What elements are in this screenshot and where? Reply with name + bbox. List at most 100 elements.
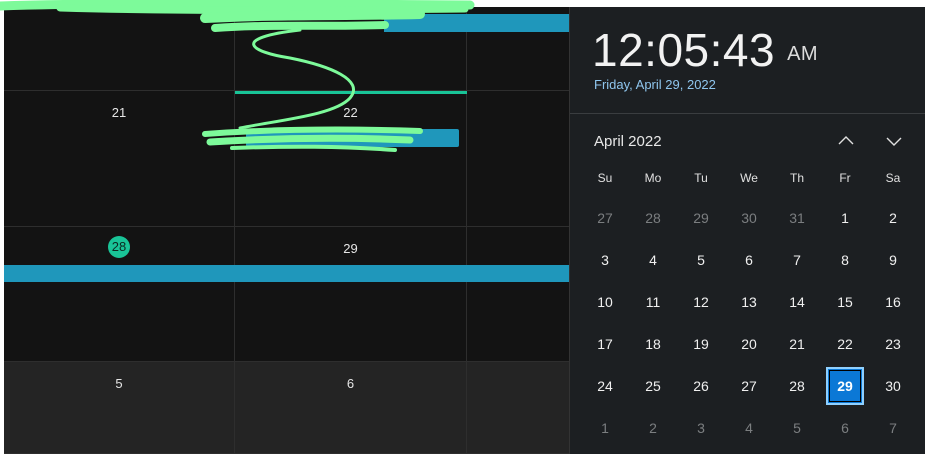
calendar-day-number: 21	[789, 336, 805, 352]
calendar-day[interactable]: 30	[869, 365, 917, 407]
calendar-day[interactable]: 16	[869, 281, 917, 323]
calendar-day[interactable]: 15	[821, 281, 869, 323]
calendar-day-number: 29	[693, 210, 709, 226]
calendar-day-number: 30	[741, 210, 757, 226]
calendar-day-number: 6	[841, 420, 849, 436]
calendar-day-number: 10	[597, 294, 613, 310]
next-month-button[interactable]	[880, 127, 908, 155]
calendar-day[interactable]: 31	[773, 197, 821, 239]
calendar-day-number: 3	[697, 420, 705, 436]
calendar-day[interactable]: 1	[821, 197, 869, 239]
calendar-day-number: 14	[789, 294, 805, 310]
calendar-day[interactable]: 1	[581, 407, 629, 449]
calendar-day[interactable]: 10	[581, 281, 629, 323]
week-row: 5 6	[4, 362, 569, 454]
calendar-day-number: 25	[645, 378, 661, 394]
day-cell[interactable]: 21	[4, 91, 235, 227]
today-indicator: 28	[108, 236, 130, 258]
calendar-day[interactable]: 29	[677, 197, 725, 239]
calendar-day-number: 3	[601, 252, 609, 268]
calendar-day[interactable]: 5	[773, 407, 821, 449]
calendar-day-number: 11	[645, 294, 661, 310]
day-cell[interactable]	[467, 227, 569, 362]
calendar-day[interactable]: 3	[677, 407, 725, 449]
chevron-up-icon	[838, 136, 854, 145]
day-number: 22	[343, 105, 358, 120]
calendar-day[interactable]: 25	[629, 365, 677, 407]
calendar-day[interactable]: 30	[725, 197, 773, 239]
calendar-day-number: 5	[697, 252, 705, 268]
calendar-day[interactable]: 2	[629, 407, 677, 449]
calendar-day-number: 16	[885, 294, 901, 310]
calendar-day[interactable]: 26	[677, 365, 725, 407]
calendar-day-number: 28	[645, 210, 661, 226]
calendar-day[interactable]: 20	[725, 323, 773, 365]
calendar-day[interactable]: 7	[869, 407, 917, 449]
week-row	[4, 7, 569, 91]
weekday-label: Tu	[694, 171, 708, 185]
calendar-day[interactable]: 19	[677, 323, 725, 365]
full-date-link[interactable]: Friday, April 29, 2022	[594, 77, 716, 92]
day-number: 5	[115, 376, 123, 391]
calendar-day-number: 12	[693, 294, 709, 310]
calendar-day[interactable]: 27	[725, 365, 773, 407]
calendar-day[interactable]: 4	[725, 407, 773, 449]
calendar-day[interactable]: 13	[725, 281, 773, 323]
day-number: 29	[343, 241, 358, 256]
calendar-day[interactable]: 6	[725, 239, 773, 281]
day-cell[interactable]: 28	[4, 227, 235, 362]
day-cell[interactable]: 29	[235, 227, 467, 362]
day-cell[interactable]: 6	[235, 362, 467, 454]
calendar-day[interactable]: 12	[677, 281, 725, 323]
day-cell[interactable]: 5	[4, 362, 235, 454]
calendar-day[interactable]: 23	[869, 323, 917, 365]
calendar-day[interactable]: 3	[581, 239, 629, 281]
calendar-day[interactable]: 7	[773, 239, 821, 281]
calendar-day[interactable]: 6	[821, 407, 869, 449]
calendar-day-number: 17	[597, 336, 613, 352]
weekday-header: Su Mo Tu We Th Fr Sa	[581, 171, 917, 189]
day-cell[interactable]	[4, 7, 235, 91]
month-year-label[interactable]: April 2022	[594, 133, 662, 150]
chevron-down-icon	[886, 137, 902, 146]
calendar-day[interactable]: 28	[773, 365, 821, 407]
weekday-label: We	[740, 171, 758, 185]
weekday-label: Th	[789, 171, 804, 185]
calendar-day[interactable]: 29	[821, 365, 869, 407]
calendar-day[interactable]: 4	[629, 239, 677, 281]
event-bar[interactable]	[235, 91, 467, 94]
day-cell[interactable]	[467, 362, 569, 454]
previous-month-button[interactable]	[832, 127, 860, 155]
event-bar[interactable]	[4, 265, 569, 282]
calendar-day-number: 24	[597, 378, 613, 394]
weekday-label: Fr	[839, 171, 851, 185]
calendar-day[interactable]: 9	[869, 239, 917, 281]
week-row: 28 29	[4, 227, 569, 362]
calendar-day-number: 5	[793, 420, 801, 436]
day-number: 21	[111, 105, 127, 120]
calendar-day[interactable]: 2	[869, 197, 917, 239]
calendar-day[interactable]: 21	[773, 323, 821, 365]
calendar-day[interactable]: 8	[821, 239, 869, 281]
calendar-day[interactable]: 5	[677, 239, 725, 281]
calendar-day-number: 8	[841, 252, 849, 268]
calendar-day[interactable]: 18	[629, 323, 677, 365]
calendar-days: 27 28 29 30 31 1 2 3 4 5 6 7 8 9 10 11 12 13 14 15 16 17 18 19 2…	[581, 197, 917, 449]
event-bar[interactable]	[384, 14, 569, 32]
calendar-day[interactable]: 11	[629, 281, 677, 323]
day-cell[interactable]: 22	[235, 91, 467, 227]
day-cell[interactable]	[467, 91, 569, 227]
calendar-day-number: 2	[889, 210, 897, 226]
calendar-day[interactable]: 14	[773, 281, 821, 323]
calendar-day-number: 7	[793, 252, 801, 268]
calendar-day-number: 13	[741, 294, 757, 310]
day-number: 6	[346, 376, 355, 391]
calendar-day[interactable]: 28	[629, 197, 677, 239]
calendar-day[interactable]: 27	[581, 197, 629, 239]
calendar-day[interactable]: 17	[581, 323, 629, 365]
event-bar[interactable]	[246, 129, 459, 147]
calendar-day-number: 19	[693, 336, 709, 352]
calendar-day[interactable]: 24	[581, 365, 629, 407]
calendar-day[interactable]: 22	[821, 323, 869, 365]
calendar-day-number: 7	[889, 420, 897, 436]
